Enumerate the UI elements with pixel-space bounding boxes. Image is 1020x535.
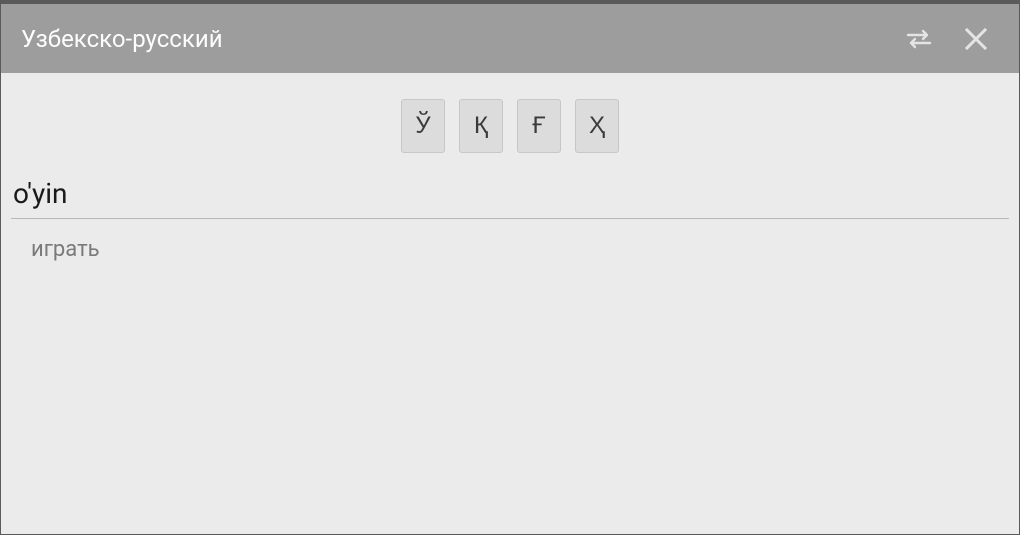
close-icon[interactable] [963,26,989,52]
swap-direction-icon[interactable] [905,28,933,50]
search-row [1,171,1019,219]
char-key-g[interactable]: Ғ [517,99,561,153]
special-char-row: Ў Қ Ғ Ҳ [1,73,1019,171]
app-title: Узбекско-русский [21,25,905,53]
titlebar-actions [905,26,999,52]
search-input[interactable] [11,171,1009,219]
char-key-q[interactable]: Қ [459,99,503,153]
char-key-h[interactable]: Ҳ [575,99,619,153]
translation-result[interactable]: играть [1,219,1019,280]
char-key-u[interactable]: Ў [401,99,445,153]
titlebar: Узбекско-русский [1,1,1019,73]
